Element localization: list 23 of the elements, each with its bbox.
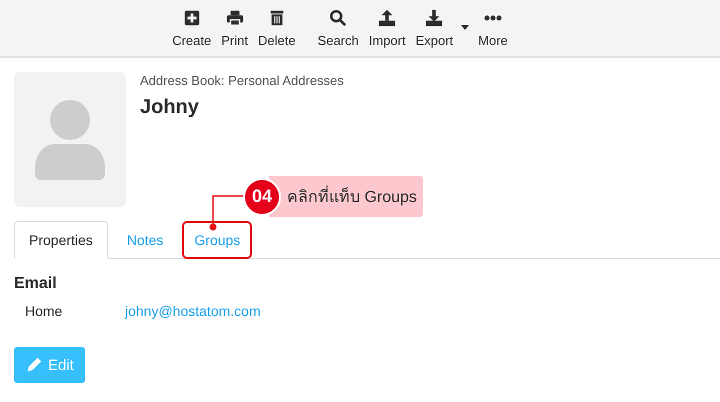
field-label: Home xyxy=(24,303,64,319)
section-title: Email xyxy=(14,275,58,293)
caret-icon xyxy=(461,25,470,30)
toolbar-button[interactable]: Create xyxy=(167,9,216,48)
toolbar-button[interactable]: Delete xyxy=(252,9,301,48)
toolbar-button[interactable]: Search xyxy=(312,9,364,48)
toolbar-button[interactable]: Export xyxy=(410,9,474,48)
search-icon xyxy=(329,9,348,27)
tab[interactable]: Properties xyxy=(14,221,108,259)
trash-icon xyxy=(268,9,286,27)
upload-icon xyxy=(378,9,396,27)
printer-icon xyxy=(226,9,244,27)
leader-line xyxy=(209,194,243,232)
dots-icon xyxy=(484,15,502,21)
plus-icon xyxy=(182,9,201,27)
toolbar-button[interactable]: Print xyxy=(216,9,253,48)
toolbar-button[interactable]: Import xyxy=(364,9,411,48)
avatar-icon xyxy=(35,100,105,180)
pencil-icon xyxy=(25,356,43,374)
address-book-label: Address Book: Personal Addresses xyxy=(140,73,344,88)
contact-name: Johny xyxy=(140,96,200,119)
download-icon xyxy=(425,9,444,27)
toolbar-button[interactable]: More xyxy=(473,9,513,48)
